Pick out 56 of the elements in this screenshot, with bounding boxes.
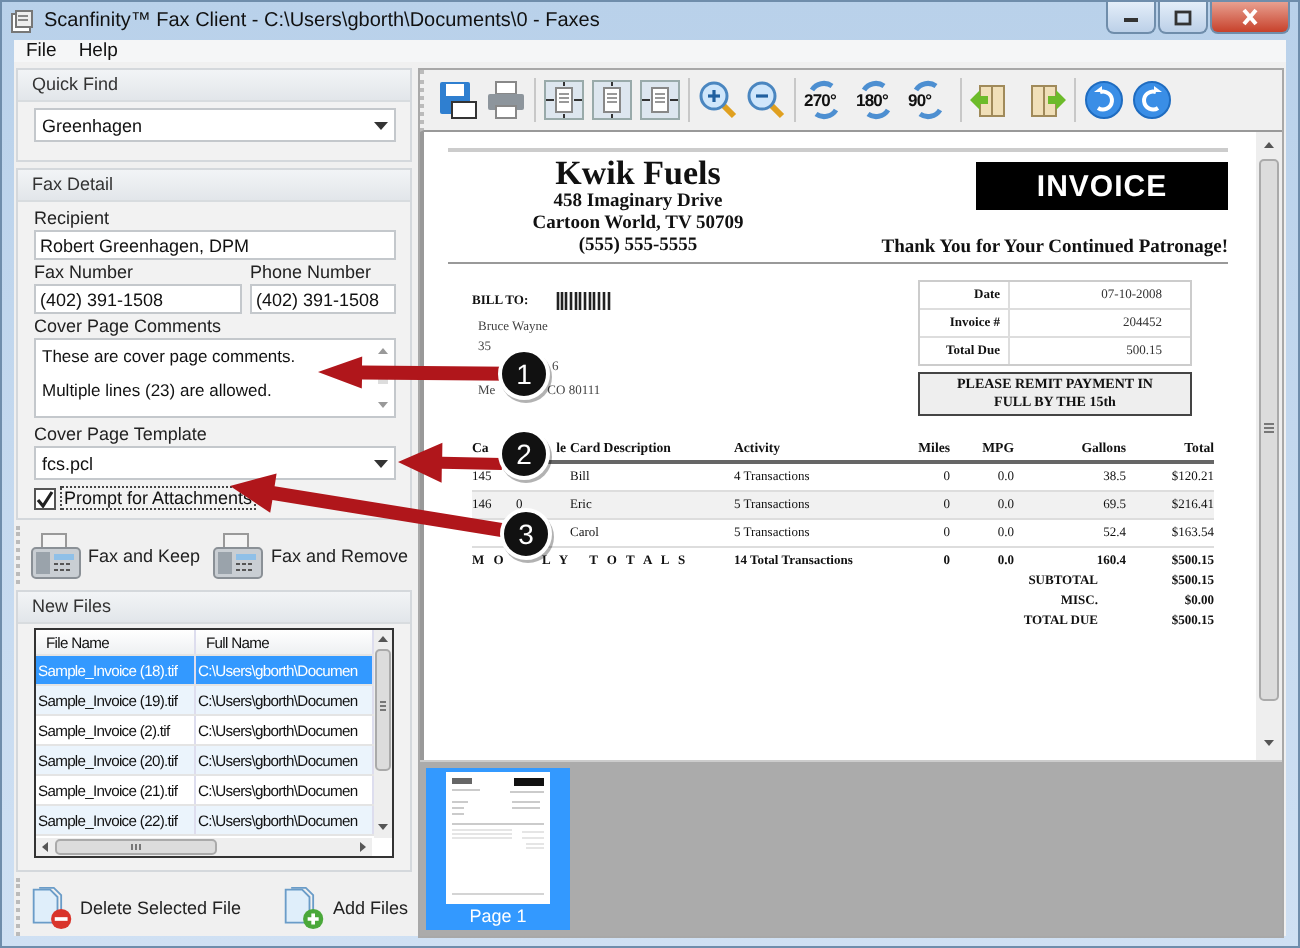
group-header: New Files [18, 592, 410, 624]
close-button[interactable] [1210, 2, 1290, 34]
fax-machine-icon [30, 532, 82, 580]
tagline: Thank You for Your Continued Patronage! [881, 238, 1228, 258]
rotate-button[interactable]: 270° [802, 78, 850, 122]
file-action-button[interactable]: Delete Selected File [30, 886, 242, 930]
menu-item[interactable]: Help [78, 40, 118, 62]
zoom-in-button[interactable] [696, 78, 740, 122]
company-address: Cartoon World, TV 50709 [532, 214, 744, 236]
menu-item[interactable]: File [26, 40, 57, 62]
close-icon [1240, 8, 1260, 26]
rotate-button[interactable]: 180° [854, 78, 902, 122]
barcode-icon [556, 292, 613, 310]
phone-number-field[interactable]: (402) 391-1508 [250, 284, 396, 314]
field-label: Cover Page Comments [34, 316, 224, 336]
group-header: Quick Find [18, 70, 410, 102]
check-icon [36, 489, 54, 507]
group-header: Fax Detail [18, 170, 410, 202]
scrollbar[interactable] [374, 630, 392, 838]
template-dropdown[interactable]: fcs.pcl [34, 446, 396, 480]
fax-button[interactable]: Fax and Keep [30, 532, 201, 580]
field-label: Phone Number [250, 262, 374, 282]
rotate-button[interactable]: 90° [906, 78, 954, 122]
field-label: Fax Number [34, 262, 136, 282]
undo-button[interactable] [1082, 78, 1126, 122]
window-title: Scanfinity™ Fax Client - C:\Users\gborth\Documents\0 - Faxes [44, 10, 600, 32]
fit-width-button[interactable] [638, 78, 682, 122]
maximize-button[interactable] [1158, 2, 1208, 34]
document-delete-icon [30, 886, 74, 930]
field-label: Recipient [34, 208, 112, 228]
caret-icon [374, 459, 388, 467]
fax-button[interactable]: Fax and Remove [212, 532, 408, 580]
document-add-icon [282, 886, 327, 930]
file-action-button[interactable]: Add Files [282, 886, 408, 930]
company-address: 458 Imaginary Drive [553, 192, 723, 214]
field-label: Cover Page Template [34, 424, 209, 444]
minimize-button[interactable] [1106, 2, 1156, 34]
save-button[interactable] [436, 78, 480, 122]
scrollbar[interactable] [1256, 132, 1282, 760]
quick-find-dropdown[interactable]: Greenhagen [34, 108, 396, 142]
company-address: (555) 555-5555 [578, 236, 698, 258]
scrollbar[interactable] [36, 838, 372, 856]
fax-number-field[interactable]: (402) 391-1508 [34, 284, 242, 314]
fax-machine-icon [212, 532, 265, 580]
step-badge: 2 [498, 428, 552, 483]
fit-page-button[interactable] [542, 78, 586, 122]
caret-icon [374, 121, 388, 129]
page-preview-drawing [446, 772, 550, 904]
maximize-icon [1174, 9, 1192, 25]
company-name: Kwik Fuels [555, 156, 721, 192]
zoom-out-button[interactable] [744, 78, 788, 122]
app-icon [10, 9, 34, 33]
invoice-heading: INVOICE [976, 162, 1228, 210]
redo-button[interactable] [1130, 78, 1174, 122]
recipient-field[interactable]: Robert Greenhagen, DPM [34, 230, 396, 260]
comments-field[interactable]: These are cover page comments. Multiple lines (23) are allowed. [34, 338, 396, 418]
